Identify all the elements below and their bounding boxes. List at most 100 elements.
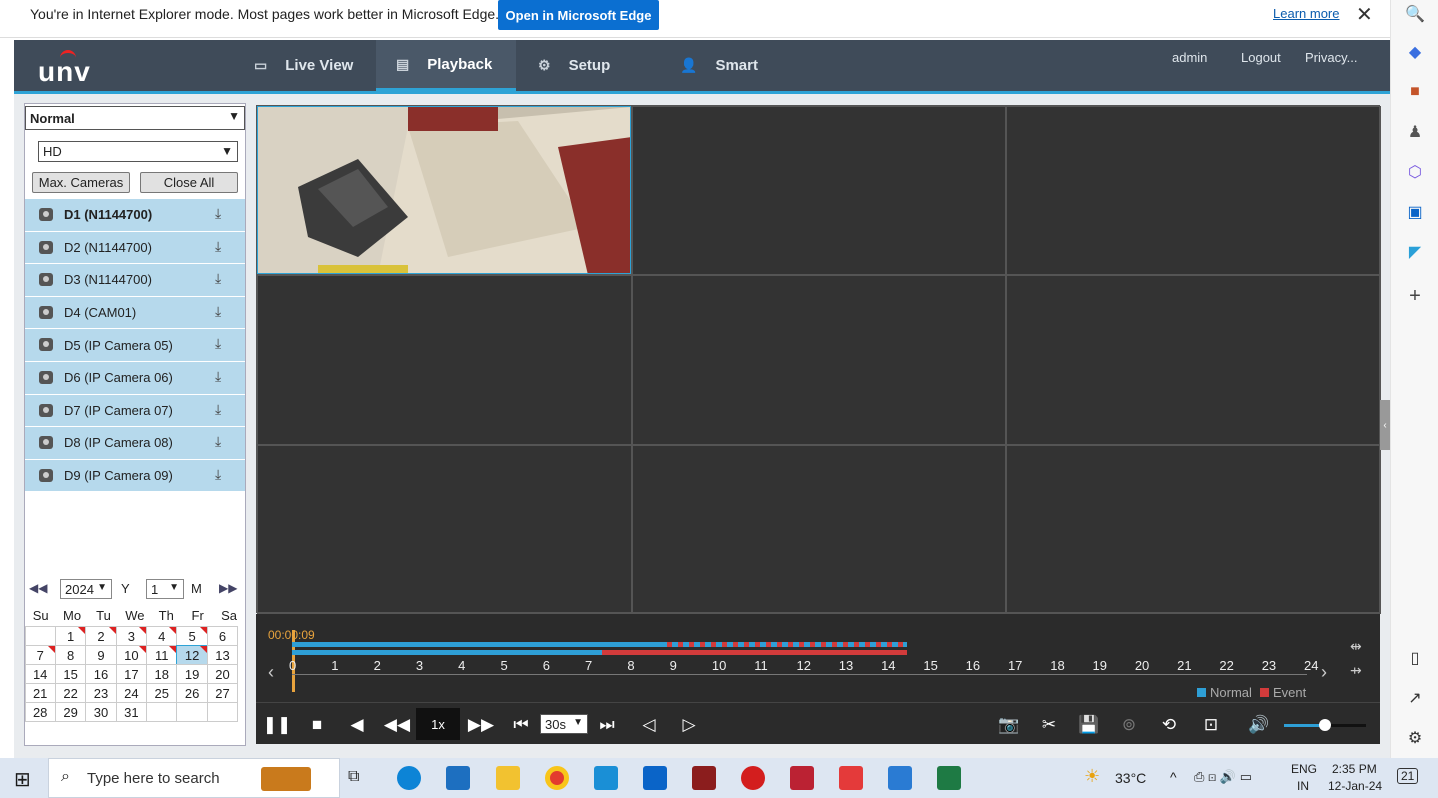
calendar-day[interactable]: 27 (206, 682, 239, 703)
calendar-day[interactable]: 31 (115, 701, 148, 722)
search-icon[interactable]: 🔍 (1403, 2, 1427, 26)
expand-timeline-icon[interactable]: ⇹ (1350, 638, 1362, 655)
people-app-icon[interactable] (888, 766, 912, 790)
camera-item[interactable]: D9 (IP Camera 09) ⤓ (25, 459, 245, 493)
calendar-day[interactable]: 17 (115, 663, 148, 684)
calendar-day[interactable]: 22 (54, 682, 87, 703)
video-cell[interactable] (631, 444, 1007, 614)
video-cell[interactable] (1006, 444, 1381, 614)
rewind-icon[interactable]: ◀◀ (384, 713, 410, 737)
collapse-timeline-icon[interactable]: ⇸ (1350, 662, 1362, 679)
save-icon[interactable]: 💾 (1076, 713, 1102, 737)
mode-select[interactable]: Normal ▼ (25, 106, 245, 130)
volume-icon[interactable]: 🔊 (1246, 713, 1272, 737)
games-icon[interactable]: ♟ (1403, 120, 1427, 144)
camera-item[interactable]: D7 (IP Camera 07) ⤓ (25, 394, 245, 428)
tab-setup[interactable]: ⚙ Setup (538, 40, 648, 91)
notifications-badge[interactable]: 21 (1397, 768, 1419, 784)
app-red-icon[interactable] (790, 766, 814, 790)
download-icon[interactable]: ⤓ (215, 433, 221, 450)
calendar-day[interactable]: 28 (24, 701, 56, 722)
download-icon[interactable]: ⤓ (215, 335, 221, 352)
max-cameras-button[interactable]: Max. Cameras (32, 172, 130, 193)
video-cell[interactable] (631, 106, 1007, 276)
external-link-icon[interactable]: ↗ (1403, 686, 1427, 710)
calendar-day[interactable]: 14 (24, 663, 56, 684)
download-icon[interactable]: ⤓ (215, 401, 221, 418)
calendar-day[interactable]: 16 (85, 663, 117, 684)
taskbar-search[interactable]: ⌕ Type here to search (48, 758, 340, 798)
tab-playback[interactable]: ▤ Playback (376, 40, 516, 91)
video-feed-d1[interactable] (257, 106, 631, 274)
video-cell[interactable] (257, 275, 632, 445)
calendar-day[interactable]: 7 (24, 644, 56, 665)
clock-time[interactable]: 2:35 PM (1332, 762, 1377, 776)
weather-temp[interactable]: 33°C (1115, 770, 1146, 786)
window-app-icon[interactable] (446, 766, 470, 790)
vscode-app-icon[interactable] (594, 766, 618, 790)
video-cell[interactable] (631, 275, 1007, 445)
video-cell[interactable] (1006, 275, 1381, 445)
pause-icon[interactable]: ❚❚ (263, 713, 292, 737)
download-icon[interactable]: ⤓ (215, 466, 221, 483)
skip-back-icon[interactable]: ⏮ (508, 713, 534, 737)
calendar-day[interactable]: 13 (206, 644, 239, 665)
calendar-day[interactable]: 2 (85, 625, 117, 646)
quality-select[interactable]: HD ▼ (38, 141, 238, 162)
calendar-day[interactable]: 6 (206, 625, 239, 646)
outlook-icon[interactable]: ▣ (1403, 200, 1427, 224)
edge-app-icon[interactable] (397, 766, 421, 790)
outlook-icon[interactable] (643, 766, 667, 790)
privacy-link[interactable]: Privacy... (1305, 50, 1358, 65)
task-view-icon[interactable]: ⧉ (348, 768, 359, 786)
digital-zoom-icon[interactable]: ⊚ (1116, 713, 1142, 737)
lock-icon[interactable]: ⊡ (1198, 713, 1224, 737)
calendar-day[interactable]: 8 (54, 644, 87, 665)
windows-start-icon[interactable]: ⊞ (14, 767, 31, 792)
stop-icon[interactable]: ■ (304, 713, 330, 737)
calendar-day[interactable]: 4 (146, 625, 178, 646)
app-arrow-icon[interactable] (839, 766, 863, 790)
calendar-day[interactable]: 29 (54, 701, 87, 722)
collapse-handle[interactable]: ‹ (1380, 400, 1390, 450)
send-icon[interactable]: ◤ (1403, 240, 1427, 264)
download-icon[interactable]: ⤓ (215, 303, 221, 320)
file-explorer-icon[interactable] (496, 766, 520, 790)
calendar-day[interactable]: 21 (24, 682, 56, 703)
anydesk-icon[interactable] (741, 766, 765, 790)
next-month-icon[interactable]: ▶▶ (219, 581, 237, 595)
camera-item[interactable]: D2 (N1144700) ⤓ (25, 231, 245, 265)
frame-back-icon[interactable]: ◁ (636, 713, 662, 737)
year-select[interactable]: 2024 ▼ (60, 579, 112, 599)
clip-icon[interactable]: ✂ (1036, 713, 1062, 737)
calendar-day[interactable]: 5 (176, 625, 208, 646)
calendar-day[interactable]: 9 (85, 644, 117, 665)
tab-live-view[interactable]: ▭ Live View (254, 40, 376, 91)
calendar-day[interactable]: 10 (115, 644, 148, 665)
calendar-day[interactable]: 3 (115, 625, 148, 646)
camera-item[interactable]: D1 (N1144700) ⤓ (25, 199, 245, 232)
tally-icon[interactable] (692, 766, 716, 790)
shopping-tag-icon[interactable]: ◆ (1403, 40, 1427, 64)
lang-primary[interactable]: ENG (1291, 762, 1317, 776)
calendar-day[interactable]: 19 (176, 663, 208, 684)
open-in-edge-button[interactable]: Open in Microsoft Edge (498, 0, 659, 30)
calendar-day[interactable]: 18 (146, 663, 178, 684)
tab-smart[interactable]: 👤 Smart (680, 40, 790, 91)
tray-icons[interactable]: ⎙ ⊡ 🔊 ▭ (1194, 769, 1252, 785)
download-icon[interactable]: ⤓ (215, 238, 221, 255)
tag-add-icon[interactable]: ⟲ (1156, 713, 1182, 737)
calendar-day[interactable]: 26 (176, 682, 208, 703)
skip-forward-icon[interactable]: ⏭ (594, 713, 620, 737)
download-icon[interactable]: ⤓ (215, 368, 221, 385)
camera-item[interactable]: D5 (IP Camera 05) ⤓ (25, 329, 245, 362)
calendar-day[interactable]: 20 (206, 663, 239, 684)
close-all-button[interactable]: Close All (140, 172, 238, 193)
video-cell[interactable] (257, 444, 632, 614)
timeline-next-icon[interactable]: › (1321, 662, 1327, 683)
chrome-icon[interactable] (545, 766, 569, 790)
calendar-day[interactable]: 15 (54, 663, 87, 684)
calendar-day[interactable]: 24 (115, 682, 148, 703)
tray-overflow-icon[interactable]: ^ (1170, 769, 1177, 785)
calendar-day[interactable]: 30 (85, 701, 117, 722)
